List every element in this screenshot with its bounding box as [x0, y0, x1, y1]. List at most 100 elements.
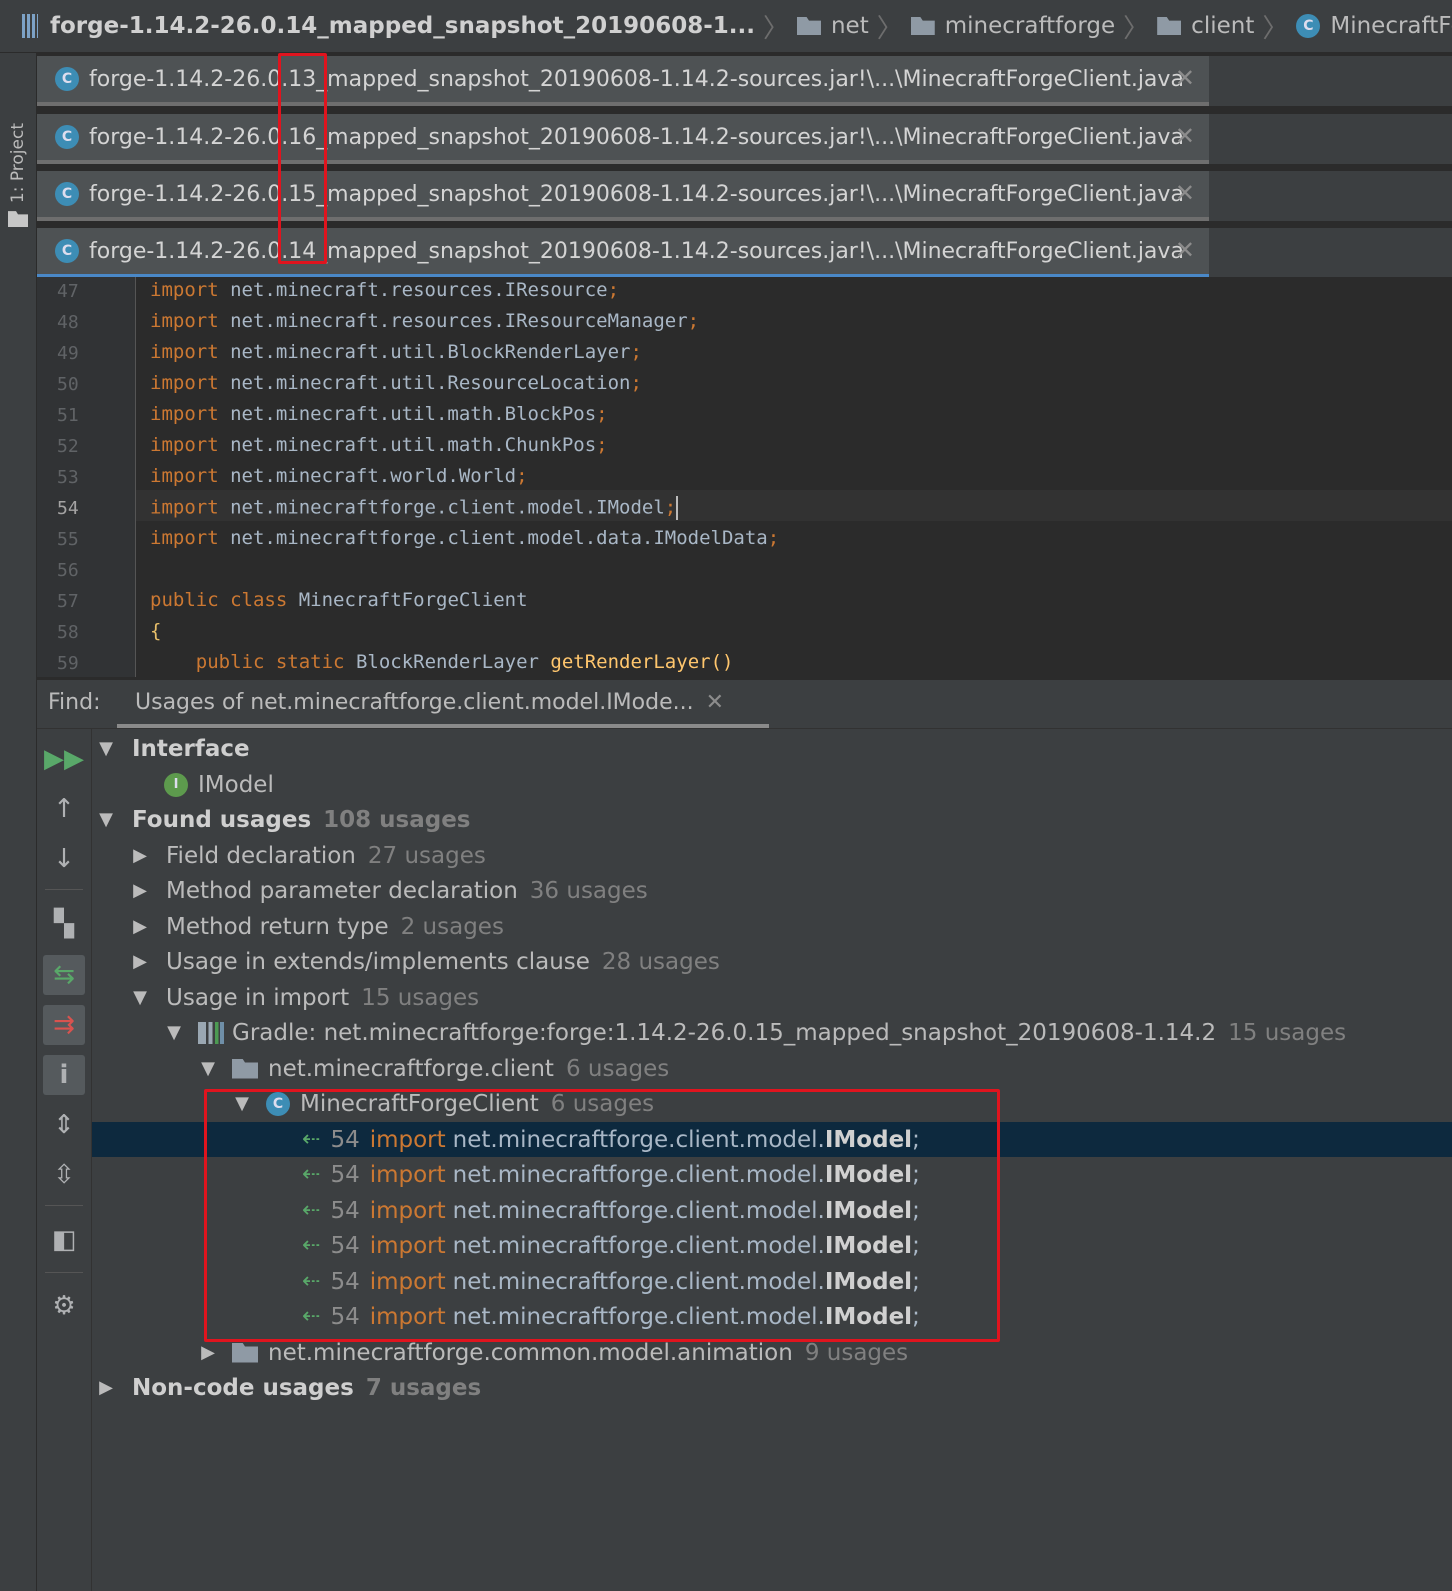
usage-line-number: 54 — [330, 1232, 360, 1259]
tree-node-group[interactable]: ▶ Method parameter declaration 36 usages — [92, 873, 1452, 908]
show-read-access-icon[interactable]: ⇆ — [43, 955, 85, 995]
editor-tab-row: C forge-1.14.2-26.0.15_mapped_snapshot_2… — [37, 171, 1452, 221]
editor-tab[interactable]: C forge-1.14.2-26.0.16_mapped_snapshot_2… — [37, 114, 1209, 164]
code-line: { — [150, 620, 161, 642]
usage-path: net.minecraftforge.client.model. — [452, 1197, 825, 1224]
editor-tab[interactable]: C forge-1.14.2-26.0.13_mapped_snapshot_2… — [37, 56, 1209, 106]
usage-row[interactable]: ⇠ 54 import net.minecraftforge.client.mo… — [92, 1228, 1452, 1263]
line-number: 59 — [57, 653, 79, 674]
usage-row[interactable]: ⇠ 54 import net.minecraftforge.client.mo… — [92, 1264, 1452, 1299]
project-tool-window-button[interactable]: 1: Project — [4, 123, 32, 243]
tree-node-found-usages[interactable]: ▼ Found usages 108 usages — [92, 802, 1452, 837]
close-icon[interactable]: ✕ — [1175, 236, 1195, 264]
usage-path: net.minecraftforge.client.model. — [452, 1161, 825, 1188]
code-text: net.minecraftforge.client.model.data.IMo… — [230, 527, 768, 549]
code-line: import net.minecraft.resources.IResource… — [150, 310, 699, 332]
expand-arrow-icon[interactable]: ▼ — [196, 1058, 220, 1079]
info-icon[interactable]: i — [43, 1055, 85, 1095]
breadcrumb-minecraftforge[interactable]: minecraftforge — [910, 13, 1115, 39]
found-usages-label: Found usages — [132, 806, 312, 833]
breadcrumb-net[interactable]: net — [796, 13, 869, 39]
usage-count: 15 usages — [1228, 1019, 1347, 1046]
rerun-icon[interactable]: ▶▶ — [43, 739, 85, 779]
close-icon[interactable]: ✕ — [1175, 64, 1195, 92]
tree-node-class[interactable]: ▼ C MinecraftForgeClient 6 usages — [92, 1086, 1452, 1121]
breadcrumb-class[interactable]: C MinecraftForgeClient — [1296, 13, 1452, 39]
usage-count: 6 usages — [565, 1055, 670, 1082]
show-write-access-icon[interactable]: ⇉ — [43, 1005, 85, 1045]
expand-arrow-icon[interactable]: ▼ — [128, 987, 152, 1008]
group-label: Field declaration — [166, 842, 356, 869]
expand-arrow-icon[interactable]: ▼ — [94, 809, 118, 830]
breadcrumb-client[interactable]: client — [1157, 13, 1254, 39]
class-icon: C — [55, 239, 79, 263]
group-by-icon[interactable]: ▚ — [43, 904, 85, 944]
folder-icon — [796, 17, 821, 35]
expand-arrow-icon[interactable]: ▼ — [230, 1093, 254, 1114]
breadcrumb-separator: 〉 — [762, 13, 789, 44]
code-keyword: import — [150, 341, 219, 363]
find-results-tab[interactable]: Usages of net.minecraftforge.client.mode… — [117, 680, 769, 728]
preview-icon[interactable]: ◧ — [43, 1220, 85, 1260]
left-tool-strip: 1: Project — [0, 53, 37, 1591]
usage-row[interactable]: ⇠ 54 import net.minecraftforge.client.mo… — [92, 1122, 1452, 1157]
code-text: MinecraftForgeClient — [298, 589, 528, 611]
code-text: net.minecraft.util.math.BlockPos — [230, 403, 597, 425]
close-icon[interactable]: ✕ — [1175, 122, 1195, 150]
text-caret — [676, 496, 679, 520]
breadcrumb-jar[interactable]: forge-1.14.2-26.0.14_mapped_snapshot_201… — [22, 13, 755, 39]
collapsed-arrow-icon[interactable]: ▶ — [94, 1377, 118, 1398]
editor-tab-active[interactable]: C forge-1.14.2-26.0.14_mapped_snapshot_2… — [37, 228, 1209, 278]
tree-node-noncode[interactable]: ▶ Non-code usages 7 usages — [92, 1370, 1452, 1405]
tree-node-interface[interactable]: ▼ Interface — [92, 731, 1452, 766]
find-panel-header: Find: Usages of net.minecraftforge.clien… — [37, 680, 1452, 729]
usage-keyword: import — [369, 1126, 446, 1153]
line-number: 55 — [57, 529, 79, 550]
code-method-name: getRenderLayer() — [550, 651, 734, 673]
collapsed-arrow-icon[interactable]: ▶ — [128, 916, 152, 937]
breadcrumb-separator: 〉 — [876, 13, 903, 44]
previous-occurrence-icon[interactable]: ↑ — [43, 789, 85, 829]
code-semicolon: ; — [516, 465, 528, 487]
usage-keyword: import — [369, 1303, 446, 1330]
collapse-all-icon[interactable]: ⇳ — [43, 1155, 85, 1195]
noncode-label: Non-code usages — [132, 1374, 354, 1401]
code-editor[interactable]: 47 48 49 50 51 52 53 54 55 56 57 58 59 i… — [37, 277, 1452, 677]
usage-semicolon: ; — [912, 1303, 920, 1330]
usage-row[interactable]: ⇠ 54 import net.minecraftforge.client.mo… — [92, 1157, 1452, 1192]
code-text: BlockRenderLayer — [355, 651, 539, 673]
close-icon[interactable]: ✕ — [706, 690, 724, 715]
usage-hit: IModel — [824, 1126, 913, 1153]
collapsed-arrow-icon[interactable]: ▶ — [128, 880, 152, 901]
expand-all-icon[interactable]: ⇕ — [43, 1105, 85, 1145]
usage-line-number: 54 — [330, 1268, 360, 1295]
tree-node-gradle-library[interactable]: ▼ Gradle: net.minecraftforge:forge:1.14.… — [92, 1015, 1452, 1050]
collapsed-arrow-icon[interactable]: ▶ — [128, 845, 152, 866]
code-keyword: import — [150, 403, 219, 425]
tree-node-group[interactable]: ▶ Field declaration 27 usages — [92, 838, 1452, 873]
usage-path: net.minecraftforge.client.model. — [452, 1126, 825, 1153]
usage-row[interactable]: ⇠ 54 import net.minecraftforge.client.mo… — [92, 1299, 1452, 1334]
next-occurrence-icon[interactable]: ↓ — [43, 839, 85, 879]
editor-tab[interactable]: C forge-1.14.2-26.0.15_mapped_snapshot_2… — [37, 171, 1209, 221]
tree-node-group[interactable]: ▶ Method return type 2 usages — [92, 909, 1452, 944]
close-icon[interactable]: ✕ — [1175, 179, 1195, 207]
tree-node-package[interactable]: ▼ net.minecraftforge.client 6 usages — [92, 1051, 1452, 1086]
tree-node-imodel[interactable]: I IModel — [92, 767, 1452, 802]
group-label: Method return type — [166, 913, 389, 940]
usage-count: 108 usages — [323, 806, 471, 833]
collapsed-arrow-icon[interactable]: ▶ — [128, 951, 152, 972]
settings-icon[interactable]: ⚙ — [43, 1286, 85, 1326]
expand-arrow-icon[interactable]: ▼ — [94, 738, 118, 759]
usage-count: 6 usages — [550, 1090, 655, 1117]
import-usage-icon: ⇠ — [302, 1304, 321, 1329]
expand-arrow-icon[interactable]: ▼ — [162, 1022, 186, 1043]
usage-row[interactable]: ⇠ 54 import net.minecraftforge.client.mo… — [92, 1193, 1452, 1228]
tree-node-package[interactable]: ▶ net.minecraftforge.common.model.animat… — [92, 1335, 1452, 1370]
collapsed-arrow-icon[interactable]: ▶ — [196, 1342, 220, 1363]
tree-node-group[interactable]: ▶ Usage in extends/implements clause 28 … — [92, 944, 1452, 979]
interface-icon: I — [164, 772, 188, 797]
line-number: 56 — [57, 560, 79, 581]
tree-node-group-import[interactable]: ▼ Usage in import 15 usages — [92, 980, 1452, 1015]
editor-tab-row: C forge-1.14.2-26.0.16_mapped_snapshot_2… — [37, 114, 1452, 164]
